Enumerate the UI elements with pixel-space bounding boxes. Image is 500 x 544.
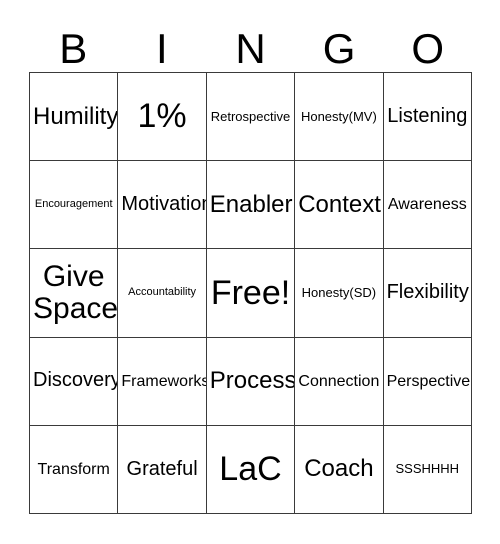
bingo-cell[interactable]: Honesty(MV) xyxy=(295,73,384,162)
bingo-cell-label: Retrospective xyxy=(210,108,291,124)
bingo-cell-label: Give Space xyxy=(33,259,119,325)
bingo-cell[interactable]: 1% xyxy=(118,73,207,162)
bingo-card: B I N G O Humility 1% Retrospective Honesty… xyxy=(0,0,500,544)
bingo-cell-label: Connection xyxy=(298,372,380,390)
bingo-cell[interactable]: Listening xyxy=(383,73,472,162)
bingo-cell-label: SSSHHHH xyxy=(395,461,460,477)
bingo-cell-label: Context xyxy=(298,190,381,218)
bingo-cell[interactable]: LaC xyxy=(206,425,296,514)
bingo-cell-label: Coach xyxy=(304,455,374,483)
bingo-cell[interactable]: Give Space xyxy=(30,249,119,338)
bingo-cell[interactable]: Perspective xyxy=(383,337,472,426)
bingo-cell[interactable]: Awareness xyxy=(383,161,472,250)
bingo-cell[interactable]: Connection xyxy=(295,337,384,426)
bingo-cell[interactable]: Transform xyxy=(30,425,119,514)
bingo-cell[interactable]: Retrospective xyxy=(206,73,296,162)
bingo-cell[interactable]: Encouragement xyxy=(30,161,119,250)
bingo-cell[interactable]: Humility xyxy=(30,73,119,162)
bingo-cell-label: Flexibility xyxy=(386,281,469,304)
bingo-header-letter-n: N xyxy=(235,25,266,72)
bingo-cell[interactable]: Grateful xyxy=(118,425,207,514)
bingo-cell-label: Encouragement xyxy=(34,197,113,210)
bingo-cell[interactable]: Coach xyxy=(295,425,384,514)
bingo-cell-label: LaC xyxy=(219,450,282,489)
bingo-cell[interactable]: Honesty(SD) xyxy=(295,249,384,338)
bingo-cell-label: Enabler xyxy=(209,190,293,218)
bingo-header-letter-o: O xyxy=(411,25,445,72)
bingo-cell[interactable]: Context xyxy=(295,161,384,250)
bingo-cell[interactable]: Process xyxy=(206,337,296,426)
bingo-grid: Humility 1% Retrospective Honesty(MV) Listen… xyxy=(29,72,472,514)
bingo-cell-label: Honesty(SD) xyxy=(301,284,377,300)
bingo-cell-free-space[interactable]: Free! xyxy=(206,249,296,338)
bingo-cell[interactable]: Motivation xyxy=(118,161,207,250)
bingo-cell-label: Free! xyxy=(210,273,291,312)
bingo-cell-label: Listening xyxy=(387,104,468,127)
bingo-cell[interactable]: Flexibility xyxy=(383,249,472,338)
bingo-cell-label: Discovery xyxy=(33,369,119,392)
bingo-cell-label: Grateful xyxy=(126,457,198,480)
bingo-cell-label: Process xyxy=(209,367,296,395)
bingo-cell-label: Perspective xyxy=(386,372,471,390)
bingo-cell-label: Honesty(MV) xyxy=(300,108,377,124)
bingo-cell-label: Awareness xyxy=(387,196,467,214)
bingo-cell-label: Accountability xyxy=(128,286,197,299)
bingo-header-row: B I N G O xyxy=(29,16,472,72)
bingo-cell-label: Humility xyxy=(33,102,119,130)
bingo-cell[interactable]: Frameworks xyxy=(118,337,207,426)
bingo-cell-label: 1% xyxy=(137,97,187,136)
bingo-header-letter-g: G xyxy=(322,25,356,72)
bingo-cell[interactable]: SSSHHHH xyxy=(383,425,472,514)
bingo-cell-label: Motivation xyxy=(121,192,207,215)
bingo-cell-label: Frameworks xyxy=(121,372,207,390)
bingo-cell-label: Transform xyxy=(37,460,110,478)
bingo-header-letter-b: B xyxy=(59,25,88,72)
bingo-cell[interactable]: Discovery xyxy=(30,337,119,426)
bingo-cell[interactable]: Accountability xyxy=(118,249,207,338)
bingo-cell[interactable]: Enabler xyxy=(206,161,296,250)
bingo-header-letter-i: I xyxy=(156,25,168,72)
